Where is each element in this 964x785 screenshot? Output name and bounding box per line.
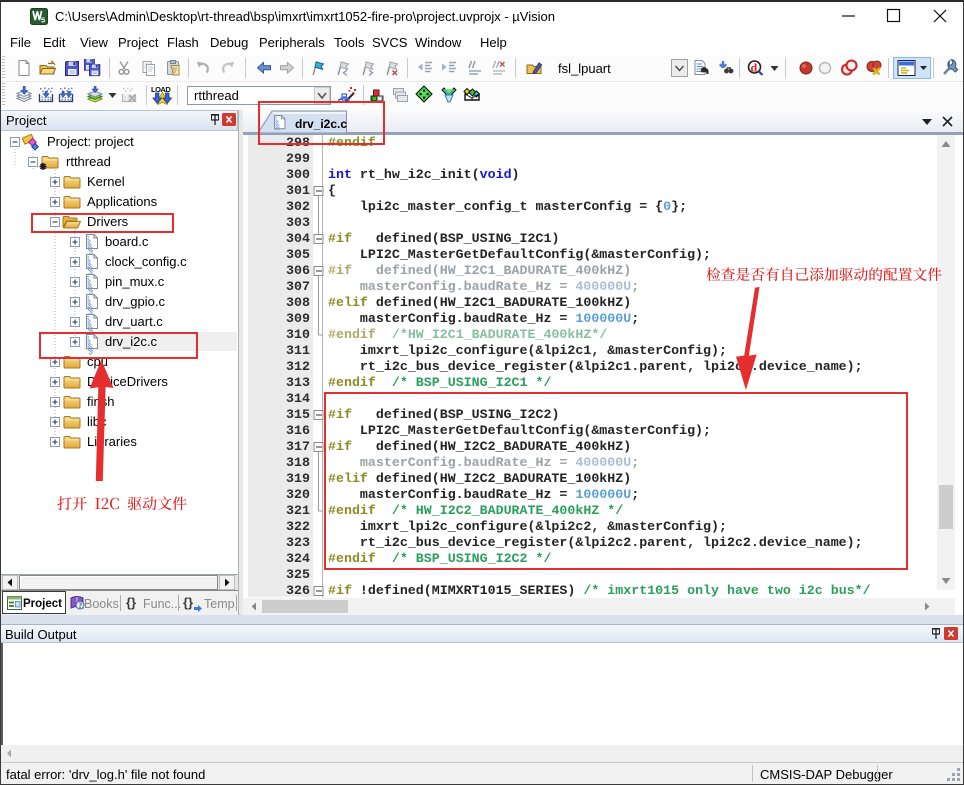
svg-text:d: d <box>751 61 758 75</box>
svg-text:?: ? <box>78 601 82 610</box>
svg-text:5: 5 <box>41 16 45 25</box>
